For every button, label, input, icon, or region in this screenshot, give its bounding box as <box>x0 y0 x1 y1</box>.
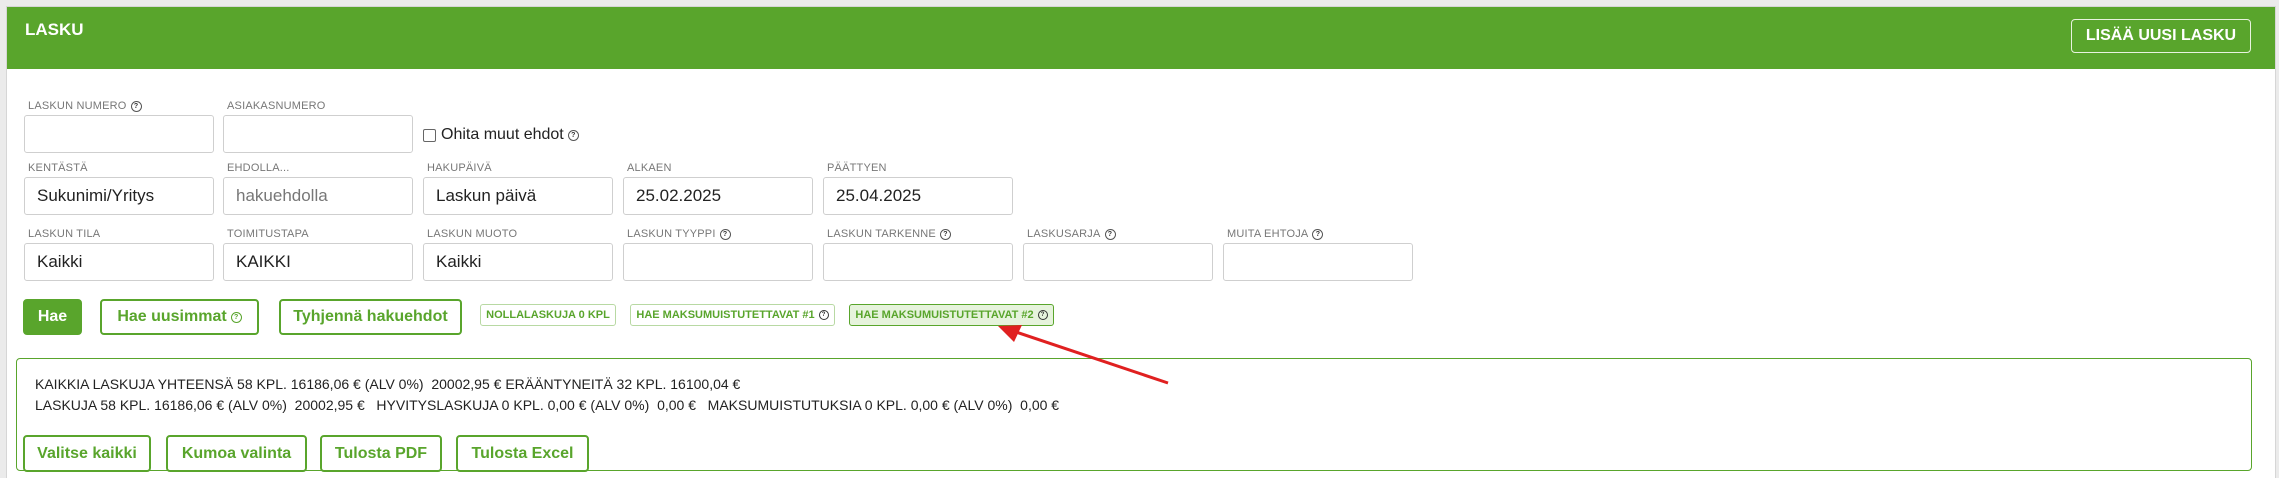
fetch-reminders-2-chip[interactable]: HAE MAKSUMUISTUTETTAVAT #2? <box>849 304 1054 326</box>
skip-other-conditions[interactable]: Ohita muut ehdot ? <box>423 126 579 144</box>
invoice-status-field: LASKUN TILA Kaikki <box>24 228 214 281</box>
customer-number-label: ASIAKASNUMERO <box>227 100 326 112</box>
print-excel-button[interactable]: Tulosta Excel <box>456 435 589 472</box>
invoice-format-field: LASKUN MUOTO Kaikki <box>423 228 613 281</box>
condition-label: EHDOLLA... <box>227 162 290 174</box>
search-date-label: HAKUPÄIVÄ <box>427 162 492 174</box>
other-conditions-label: MUITA EHTOJA? <box>1227 228 1324 240</box>
help-icon[interactable]: ? <box>1104 228 1116 240</box>
start-date-input[interactable]: 25.02.2025 <box>623 177 813 215</box>
invoice-status-label: LASKUN TILA <box>28 228 101 240</box>
help-icon[interactable]: ? <box>130 100 142 112</box>
help-icon[interactable]: ? <box>567 129 579 141</box>
help-icon: ? <box>230 311 242 323</box>
other-conditions-select[interactable] <box>1223 243 1413 281</box>
help-icon: ? <box>1037 310 1048 320</box>
fetch-latest-button[interactable]: Hae uusimmat? <box>100 299 259 335</box>
undo-selection-button[interactable]: Kumoa valinta <box>166 435 307 472</box>
skip-other-conditions-checkbox[interactable] <box>423 128 436 142</box>
help-icon[interactable]: ? <box>1312 228 1324 240</box>
summary-total-line: KAIKKIA LASKUJA YHTEENSÄ 58 KPL. 16186,0… <box>35 376 741 392</box>
summary-breakdown-line: LASKUJA 58 KPL. 16186,06 € (ALV 0%) 2000… <box>35 397 1060 413</box>
invoice-series-select[interactable] <box>1023 243 1213 281</box>
print-pdf-button[interactable]: Tulosta PDF <box>320 435 442 472</box>
invoice-status-select[interactable]: Kaikki <box>24 243 214 281</box>
search-button[interactable]: Hae <box>23 299 82 335</box>
invoice-type-field: LASKUN TYYPPI? <box>623 228 813 281</box>
customer-number-input[interactable] <box>223 115 413 153</box>
skip-other-conditions-label: Ohita muut ehdot <box>441 126 564 143</box>
invoice-series-field: LASKUSARJA? <box>1023 228 1213 281</box>
field-select-label: KENTÄSTÄ <box>28 162 88 174</box>
invoice-specifier-select[interactable] <box>823 243 1013 281</box>
search-date-field: HAKUPÄIVÄ Laskun päivä <box>423 162 613 215</box>
end-date-input[interactable]: 25.04.2025 <box>823 177 1013 215</box>
invoice-specifier-field: LASKUN TARKENNE? <box>823 228 1013 281</box>
help-icon[interactable]: ? <box>939 228 951 240</box>
field-select[interactable]: Sukunimi/Yritys <box>24 177 214 215</box>
add-new-invoice-button[interactable]: LISÄÄ UUSI LASKU <box>2071 19 2251 53</box>
page-title: LASKU <box>25 20 84 39</box>
invoice-number-label: LASKUN NUMERO? <box>28 100 142 112</box>
invoice-type-label: LASKUN TYYPPI? <box>627 228 731 240</box>
start-date-label: ALKAEN <box>627 162 672 174</box>
help-icon: ? <box>818 310 829 320</box>
delivery-method-select[interactable]: KAIKKI <box>223 243 413 281</box>
invoice-specifier-label: LASKUN TARKENNE? <box>827 228 951 240</box>
customer-number-field: ASIAKASNUMERO <box>223 100 413 153</box>
select-all-button[interactable]: Valitse kaikki <box>23 435 151 472</box>
field-select-field: KENTÄSTÄ Sukunimi/Yritys <box>24 162 214 215</box>
help-icon[interactable]: ? <box>719 228 731 240</box>
end-date-field: PÄÄTTYEN 25.04.2025 <box>823 162 1013 215</box>
delivery-method-field: TOIMITUSTAPA KAIKKI <box>223 228 413 281</box>
condition-field: EHDOLLA... <box>223 162 413 215</box>
other-conditions-field: MUITA EHTOJA? <box>1223 228 1413 281</box>
invoice-number-field: LASKUN NUMERO? <box>24 100 214 153</box>
start-date-field: ALKAEN 25.02.2025 <box>623 162 813 215</box>
search-date-select[interactable]: Laskun päivä <box>423 177 613 215</box>
condition-input[interactable] <box>223 177 413 215</box>
invoice-format-label: LASKUN MUOTO <box>427 228 518 240</box>
delivery-method-label: TOIMITUSTAPA <box>227 228 309 240</box>
invoice-number-input[interactable] <box>24 115 214 153</box>
invoice-type-select[interactable] <box>623 243 813 281</box>
end-date-label: PÄÄTTYEN <box>827 162 887 174</box>
clear-conditions-button[interactable]: Tyhjennä hakuehdot <box>279 299 462 335</box>
zero-invoices-chip[interactable]: NOLLALASKUJA 0 KPL <box>480 304 616 326</box>
invoice-series-label: LASKUSARJA? <box>1027 228 1116 240</box>
panel-header: LASKU LISÄÄ UUSI LASKU <box>7 7 2275 69</box>
fetch-reminders-1-chip[interactable]: HAE MAKSUMUISTUTETTAVAT #1? <box>630 304 835 326</box>
invoice-format-select[interactable]: Kaikki <box>423 243 613 281</box>
